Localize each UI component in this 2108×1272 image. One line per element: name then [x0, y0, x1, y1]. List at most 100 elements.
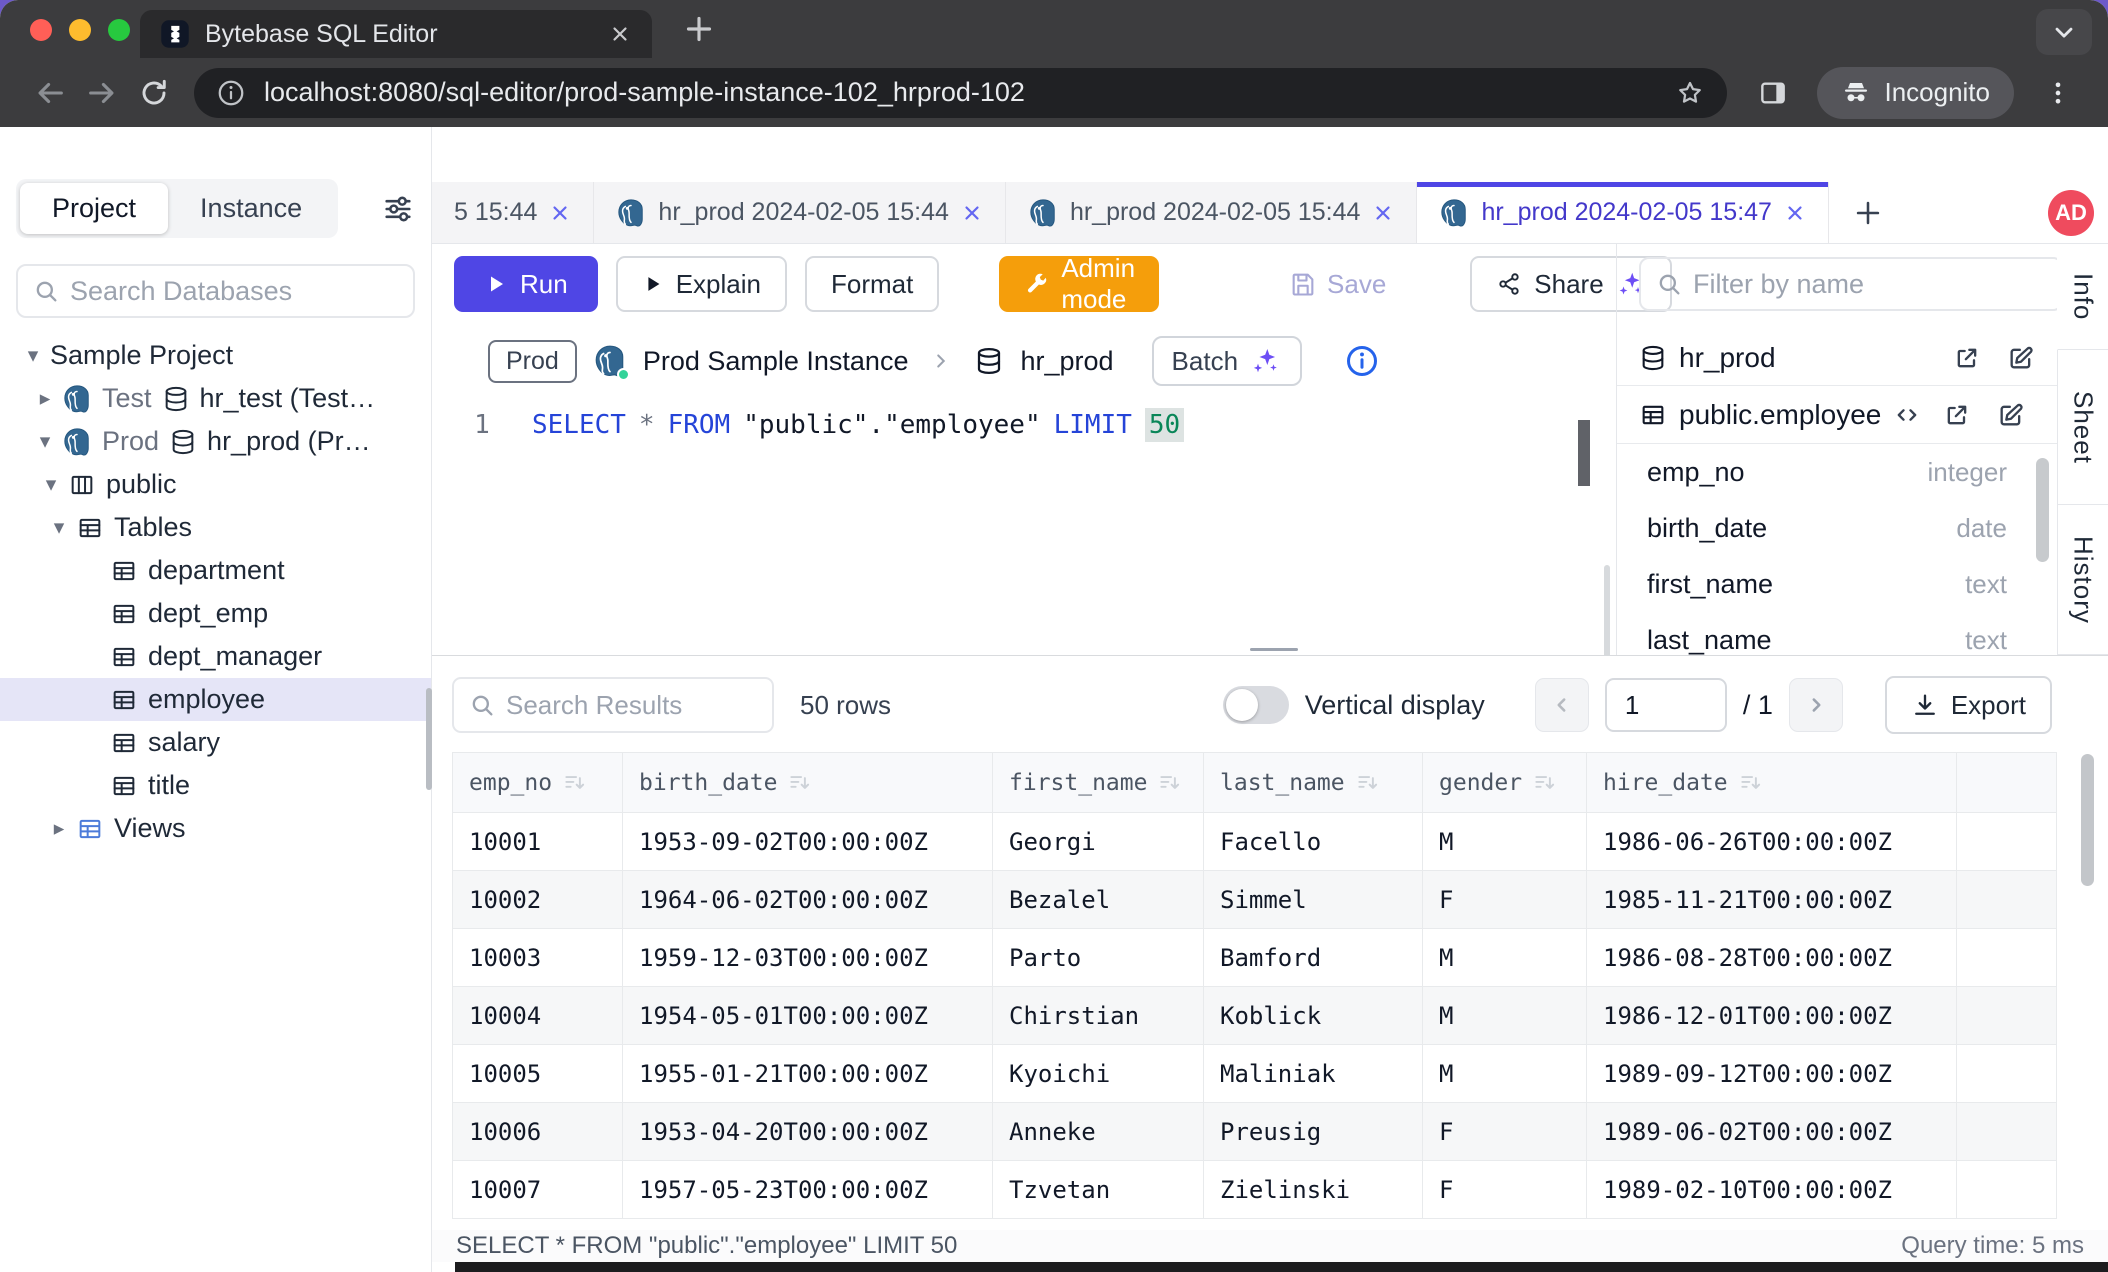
- browser-menu-icon[interactable]: [2032, 67, 2084, 119]
- tree-item-salary[interactable]: salary: [0, 721, 431, 764]
- tab-search-button[interactable]: [2036, 9, 2092, 55]
- external-link-icon[interactable]: [1953, 344, 1981, 372]
- chevron-right-icon[interactable]: ▸: [28, 386, 62, 411]
- table-scrollbar[interactable]: [2081, 754, 2094, 886]
- column-header-birth_date[interactable]: birth_date: [623, 753, 993, 813]
- tree-settings-icon[interactable]: [381, 192, 415, 226]
- browser-tab-close-icon[interactable]: [608, 22, 632, 46]
- database-name[interactable]: hr_prod: [1020, 346, 1113, 377]
- sort-icon[interactable]: [1532, 770, 1558, 796]
- query-tab-2[interactable]: hr_prod 2024-02-05 15:44: [594, 182, 1006, 243]
- table-row[interactable]: 100061953-04-20T00:00:00ZAnnekePreusigF1…: [453, 1103, 2057, 1161]
- tab-instance[interactable]: Instance: [168, 183, 334, 234]
- site-info-icon[interactable]: [216, 78, 246, 108]
- tree-item-dept_manager[interactable]: dept_manager: [0, 635, 431, 678]
- maximize-window-button[interactable]: [108, 19, 130, 41]
- chevron-down-icon[interactable]: ▾: [28, 429, 62, 454]
- sql-editor[interactable]: 1 SELECT*FROM"public"."employee"LIMIT50: [432, 392, 1616, 655]
- connection-info-icon[interactable]: [1344, 343, 1380, 379]
- tab-project[interactable]: Project: [20, 183, 168, 234]
- page-number-input[interactable]: [1605, 678, 1727, 732]
- table-row[interactable]: 100031959-12-03T00:00:00ZPartoBamfordM19…: [453, 929, 2057, 987]
- vertical-display-toggle[interactable]: [1223, 686, 1289, 724]
- filter-by-name[interactable]: [1639, 257, 2063, 311]
- column-header-last_name[interactable]: last_name: [1204, 753, 1423, 813]
- tree-item-test[interactable]: ▸Testhr_test (Test…: [0, 377, 431, 420]
- sort-icon[interactable]: [1157, 770, 1183, 796]
- edit-icon[interactable]: [1997, 401, 2025, 429]
- tree-item-sample-project[interactable]: ▾Sample Project: [0, 334, 431, 377]
- chevron-down-icon[interactable]: ▾: [34, 472, 68, 497]
- sort-icon[interactable]: [562, 770, 588, 796]
- reload-icon[interactable]: [128, 67, 180, 119]
- code-icon[interactable]: [1893, 401, 1921, 429]
- external-link-icon[interactable]: [1943, 401, 1971, 429]
- query-tab-3[interactable]: hr_prod 2024-02-05 15:44: [1006, 182, 1418, 243]
- database-search-input[interactable]: [70, 276, 424, 307]
- results-search[interactable]: [452, 677, 774, 733]
- schema-database-row[interactable]: hr_prod: [1617, 330, 2057, 386]
- tree-item-employee[interactable]: employee: [0, 678, 431, 721]
- close-window-button[interactable]: [30, 19, 52, 41]
- table-row[interactable]: 100071957-05-23T00:00:00ZTzvetanZielinsk…: [453, 1161, 2057, 1219]
- bookmark-star-icon[interactable]: [1675, 78, 1705, 108]
- batch-button[interactable]: Batch: [1152, 336, 1303, 386]
- sort-icon[interactable]: [1738, 770, 1764, 796]
- column-row-emp_no[interactable]: emp_nointeger: [1617, 444, 2057, 500]
- table-row[interactable]: 100011953-09-02T00:00:00ZGeorgiFacelloM1…: [453, 813, 2057, 871]
- run-button[interactable]: Run: [454, 256, 598, 312]
- close-tab-icon[interactable]: [1372, 202, 1394, 224]
- column-header-gender[interactable]: gender: [1423, 753, 1587, 813]
- tree-item-title[interactable]: title: [0, 764, 431, 807]
- url-text[interactable]: localhost:8080/sql-editor/prod-sample-in…: [264, 77, 1657, 108]
- filter-by-name-input[interactable]: [1693, 269, 2047, 300]
- column-header-emp_no[interactable]: emp_no: [453, 753, 623, 813]
- table-row[interactable]: 100021964-06-02T00:00:00ZBezalelSimmelF1…: [453, 871, 2057, 929]
- results-search-input[interactable]: [506, 690, 758, 721]
- explain-button[interactable]: Explain: [616, 256, 787, 312]
- query-tab-1[interactable]: 5 15:44: [432, 182, 594, 243]
- sort-icon[interactable]: [787, 770, 813, 796]
- new-browser-tab-button[interactable]: [678, 8, 720, 50]
- forward-icon[interactable]: [76, 67, 128, 119]
- chevron-down-icon[interactable]: ▾: [16, 343, 50, 368]
- rail-tab-sheet[interactable]: Sheet: [2058, 350, 2108, 505]
- column-header-hire_date[interactable]: hire_date: [1587, 753, 1957, 813]
- close-tab-icon[interactable]: [961, 202, 983, 224]
- address-bar[interactable]: localhost:8080/sql-editor/prod-sample-in…: [194, 68, 1727, 118]
- close-tab-icon[interactable]: [1784, 202, 1806, 224]
- table-row[interactable]: 100041954-05-01T00:00:00ZChirstianKoblic…: [453, 987, 2057, 1045]
- schema-table-row[interactable]: public.employee: [1617, 386, 2057, 444]
- tree-item-prod[interactable]: ▾Prodhr_prod (Pr…: [0, 420, 431, 463]
- tree-item-views[interactable]: ▸Views: [0, 807, 431, 850]
- instance-name[interactable]: Prod Sample Instance: [643, 346, 909, 377]
- prev-page-button[interactable]: [1535, 678, 1589, 732]
- column-header-first_name[interactable]: first_name: [993, 753, 1204, 813]
- column-row-birth_date[interactable]: birth_datedate: [1617, 500, 2057, 556]
- format-button[interactable]: Format: [805, 256, 939, 312]
- browser-tab[interactable]: Bytebase SQL Editor: [140, 10, 652, 58]
- tree-item-public[interactable]: ▾public: [0, 463, 431, 506]
- new-query-tab-button[interactable]: [1829, 182, 1907, 243]
- tree-item-department[interactable]: department: [0, 549, 431, 592]
- rail-tab-history[interactable]: History: [2058, 505, 2108, 655]
- export-button[interactable]: Export: [1885, 676, 2052, 734]
- save-button[interactable]: Save: [1265, 256, 1410, 312]
- chevron-down-icon[interactable]: ▾: [42, 515, 76, 540]
- rail-tab-info[interactable]: Info: [2057, 244, 2108, 350]
- minimize-window-button[interactable]: [69, 19, 91, 41]
- edit-icon[interactable]: [2007, 344, 2035, 372]
- panel-drag-handle[interactable]: [1604, 565, 1610, 670]
- column-row-first_name[interactable]: first_nametext: [1617, 556, 2057, 612]
- next-page-button[interactable]: [1789, 678, 1843, 732]
- sort-icon[interactable]: [1355, 770, 1381, 796]
- column-row-last_name[interactable]: last_nametext: [1617, 612, 2057, 655]
- query-tab-4[interactable]: hr_prod 2024-02-05 15:47: [1417, 182, 1829, 243]
- admin-mode-button[interactable]: Admin mode: [999, 256, 1159, 312]
- table-row[interactable]: 100051955-01-21T00:00:00ZKyoichiMaliniak…: [453, 1045, 2057, 1103]
- database-search[interactable]: [16, 264, 415, 318]
- back-icon[interactable]: [24, 67, 76, 119]
- side-panel-icon[interactable]: [1747, 67, 1799, 119]
- tree-item-dept_emp[interactable]: dept_emp: [0, 592, 431, 635]
- schema-scrollbar[interactable]: [2036, 458, 2049, 562]
